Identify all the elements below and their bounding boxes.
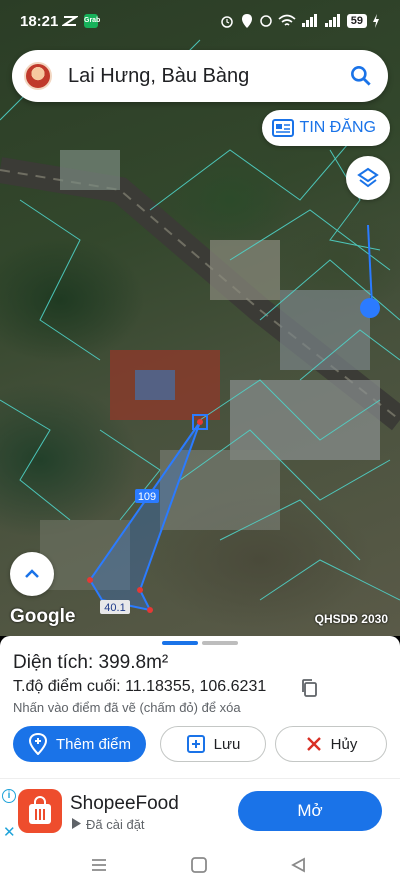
page-indicator[interactable] (202, 641, 238, 645)
ad-banner[interactable]: i ✕ ShopeeFood Đã cài đặt Mở (0, 778, 400, 844)
back-icon[interactable] (290, 857, 308, 873)
listing-icon (271, 119, 294, 137)
tin-dang-button[interactable]: TIN ĐĂNG (261, 110, 390, 146)
shopeefood-logo (18, 789, 62, 833)
signal-icon (301, 14, 317, 27)
avatar[interactable] (24, 62, 52, 90)
system-nav-bar (0, 844, 400, 890)
music-icon (260, 15, 272, 27)
clock: 18:21 (20, 13, 59, 30)
add-point-button[interactable]: Thêm điểm (13, 726, 146, 762)
system-icons: 59 (219, 13, 380, 29)
area-prefix: Diện tích: (13, 652, 99, 673)
add-point-label: Thêm điểm (55, 735, 132, 753)
cancel-label: Hủy (330, 735, 358, 753)
measure-point (147, 607, 153, 613)
home-icon[interactable] (190, 857, 208, 873)
signal-icon-2 (324, 14, 340, 27)
save-button[interactable]: Lưu (160, 726, 266, 762)
hint-text: Nhấn vào điểm đã vẽ (chấm đỏ) để xóa (13, 700, 241, 715)
add-box-icon (186, 735, 205, 753)
measure-sheet: Diện tích: 399.8m² T.độ điểm cuối: 11.18… (0, 636, 400, 778)
ad-close-icon[interactable]: ✕ (3, 823, 16, 841)
tin-dang-label: TIN ĐĂNG (299, 119, 376, 136)
segment-label-1: 109 (138, 491, 156, 503)
play-store-icon (72, 818, 81, 829)
building-block (230, 380, 380, 460)
open-app-button[interactable]: Mở (238, 791, 382, 831)
layers-icon (357, 167, 379, 188)
expand-up-button[interactable] (10, 552, 54, 596)
google-logo: Google (10, 606, 76, 627)
status-bar: 18:21 Grab 59 (0, 0, 400, 44)
wifi-icon (278, 14, 296, 26)
ad-app-name: ShopeeFood (70, 793, 179, 814)
map-layer-label: QHSDĐ 2030 (314, 612, 388, 626)
search-title[interactable]: Lai Hưng, Bàu Bàng (68, 65, 249, 88)
menu-icon[interactable] (90, 857, 108, 873)
grab-icon: Grab (84, 14, 100, 28)
coord-prefix: T.độ điểm cuối: (13, 678, 126, 695)
charging-icon (373, 14, 379, 28)
search-bar[interactable]: Lai Hưng, Bàu Bàng (12, 50, 388, 102)
area-text: Diện tích: 399.8m² (13, 652, 168, 674)
battery-level: 59 (346, 14, 367, 28)
coord-text: T.độ điểm cuối: 11.18355, 106.6231 (13, 678, 266, 696)
page-indicator-active[interactable] (162, 641, 198, 645)
copy-icon[interactable] (300, 678, 318, 698)
measure-point (197, 419, 203, 425)
cancel-button[interactable]: Hủy (275, 726, 387, 762)
add-location-icon (28, 733, 47, 755)
search-icon[interactable] (348, 63, 374, 89)
close-icon (306, 737, 321, 751)
location-pin-icon (241, 14, 252, 28)
area-value: 399.8m² (98, 652, 169, 673)
segment-label-2: 40.1 (104, 602, 125, 614)
building-block (210, 240, 280, 300)
measure-point (87, 577, 93, 583)
zalo-icon (62, 16, 78, 26)
measure-point (137, 587, 143, 593)
chevron-up-icon (25, 569, 39, 578)
shopping-bag-icon (29, 796, 51, 824)
location-dot (360, 298, 380, 318)
building-block (60, 150, 120, 190)
blue-roof-building (135, 370, 175, 400)
notification-icons: Grab (62, 14, 100, 28)
ad-installed-text: Đã cài đặt (86, 817, 145, 832)
alarm-icon (221, 16, 233, 28)
building-block (280, 290, 370, 370)
ad-info-icon[interactable]: i (2, 789, 16, 803)
save-label: Lưu (213, 735, 241, 753)
coord-value: 11.18355, 106.6231 (125, 678, 267, 695)
layers-button[interactable] (346, 156, 390, 200)
